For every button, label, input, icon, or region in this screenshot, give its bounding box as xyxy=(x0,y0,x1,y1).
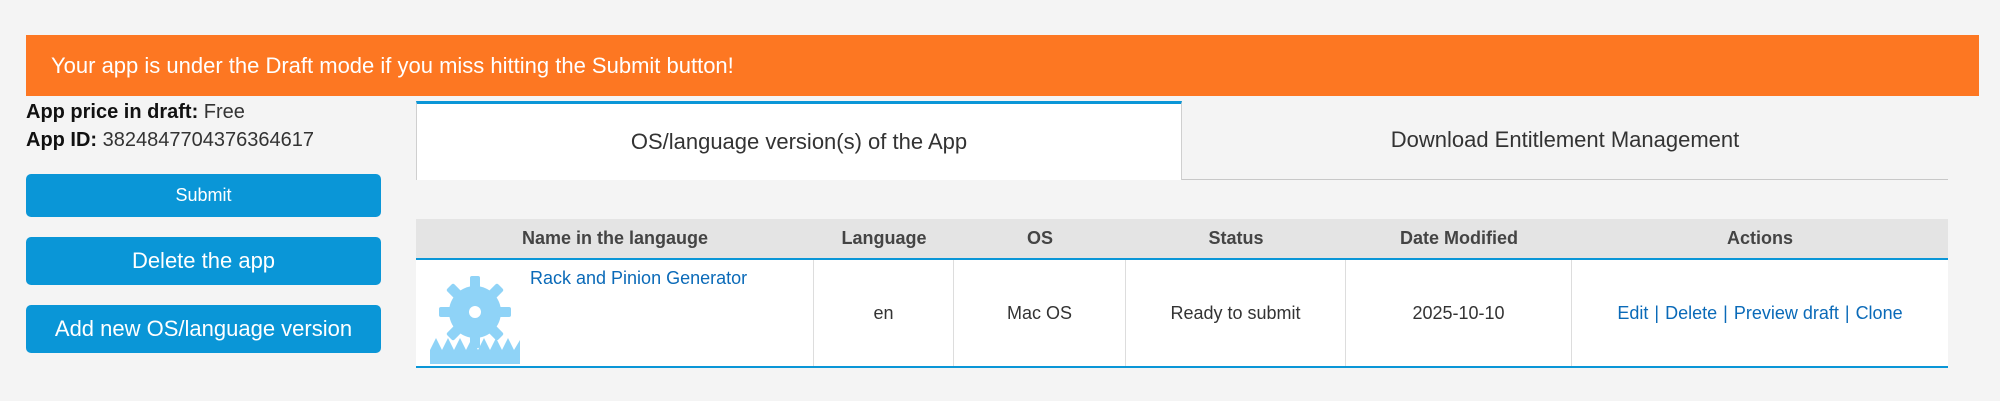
table-row: Rack and Pinion Generator en Mac OS Read… xyxy=(416,260,1948,368)
cell-date-modified: 2025-10-10 xyxy=(1346,260,1572,366)
cell-language: en xyxy=(814,260,954,366)
action-separator: | xyxy=(1844,302,1850,323)
column-header-name: Name in the langauge xyxy=(521,228,709,248)
column-header-actions: Actions xyxy=(1726,228,1793,248)
app-id-row: App ID: 3824847704376364617 xyxy=(26,126,381,154)
tab-download-entitlement[interactable]: Download Entitlement Management xyxy=(1182,101,1948,180)
app-price-value: Free xyxy=(203,101,245,123)
preview-draft-link[interactable]: Preview draft xyxy=(1734,303,1839,323)
banner-message: Your app is under the Draft mode if you … xyxy=(51,52,734,78)
tab-os-language-versions[interactable]: OS/language version(s) of the App xyxy=(416,101,1182,180)
column-header-language: Language xyxy=(841,228,927,248)
action-separator: | xyxy=(1723,302,1728,323)
app-price-row: App price in draft: Free xyxy=(26,98,381,126)
column-header-status: Status xyxy=(1208,228,1264,248)
clone-link[interactable]: Clone xyxy=(1856,303,1903,323)
delete-app-button[interactable]: Delete the app xyxy=(26,237,381,285)
app-summary-panel: App price in draft: Free App ID: 3824847… xyxy=(26,98,381,353)
app-id-value: 3824847704376364617 xyxy=(102,129,314,151)
delete-link[interactable]: Delete xyxy=(1665,303,1717,323)
column-header-os: OS xyxy=(1026,228,1053,248)
draft-mode-banner: Your app is under the Draft mode if you … xyxy=(26,35,1979,96)
tab-bar: OS/language version(s) of the App Downlo… xyxy=(416,101,1948,180)
cell-actions: Edit | Delete | Preview draft | Clone xyxy=(1572,260,1948,366)
cell-status: Ready to submit xyxy=(1126,260,1346,366)
action-separator: | xyxy=(1654,302,1660,323)
gear-rack-icon xyxy=(430,276,520,364)
column-header-date-modified: Date Modified xyxy=(1399,228,1518,248)
add-version-button[interactable]: Add new OS/language version xyxy=(26,305,381,353)
submit-button[interactable]: Submit xyxy=(26,174,381,217)
app-name-link[interactable]: Rack and Pinion Generator xyxy=(530,268,747,289)
app-id-label: App ID: xyxy=(26,129,98,151)
app-price-label: App price in draft: xyxy=(26,101,199,123)
action-links: Edit | Delete | Preview draft | Clone xyxy=(1617,303,1902,324)
edit-link[interactable]: Edit xyxy=(1617,303,1648,323)
cell-name: Rack and Pinion Generator xyxy=(416,260,814,366)
versions-table: Name in the langauge Language OS Status … xyxy=(416,219,1948,368)
cell-os: Mac OS xyxy=(954,260,1126,366)
table-header: Name in the langauge Language OS Status … xyxy=(416,219,1948,260)
